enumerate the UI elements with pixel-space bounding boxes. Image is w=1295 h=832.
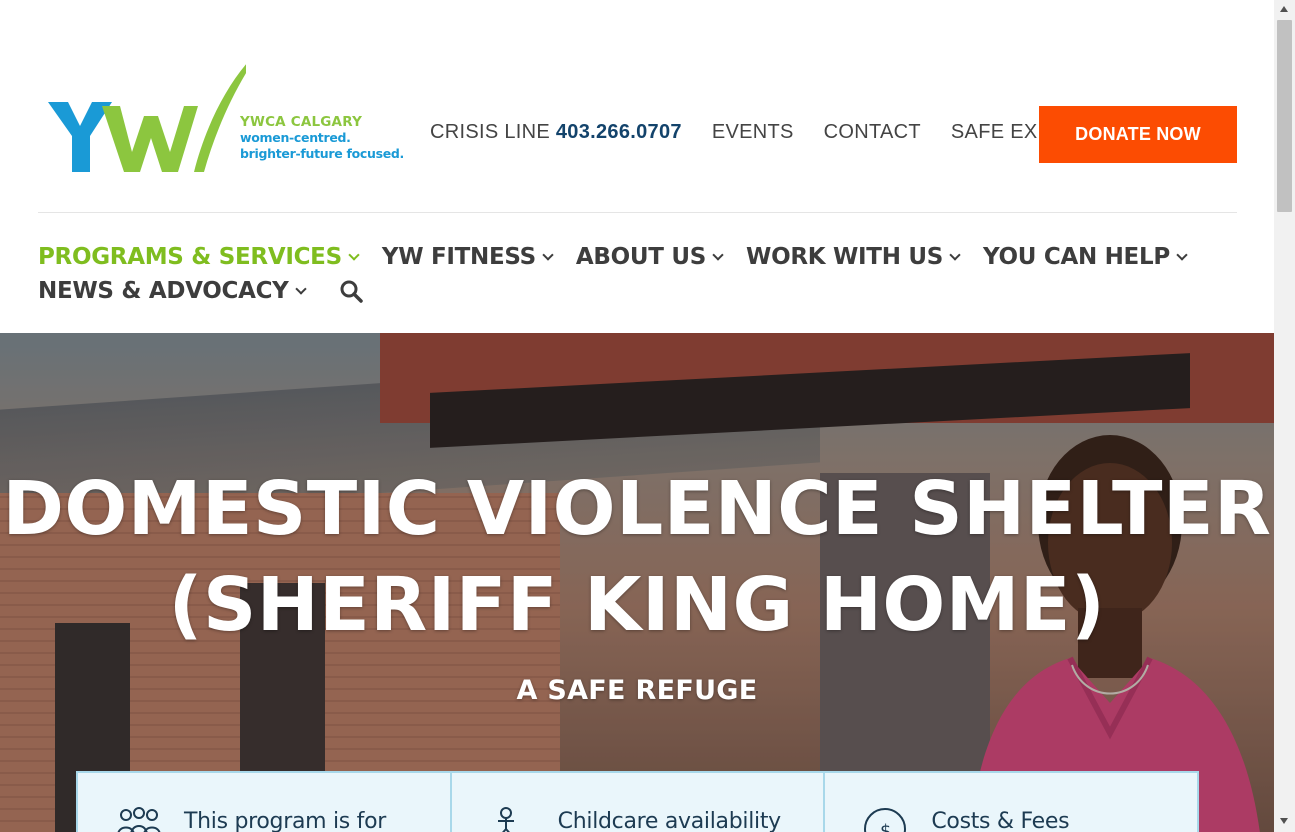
info-card-label: Childcare availability (557, 809, 782, 832)
nav-item-about-us[interactable]: ABOUT US (575, 244, 724, 270)
logo-org-name: YWCA CALGARY (240, 114, 363, 130)
nav-item-yw-fitness[interactable]: YW FITNESS (381, 244, 554, 270)
donate-now-button[interactable]: DONATE NOW (1039, 106, 1237, 163)
header-divider (38, 212, 1237, 213)
vertical-scrollbar[interactable] (1274, 0, 1295, 832)
people-icon (117, 807, 161, 832)
info-card-label: Costs & Fees (931, 809, 1070, 832)
scroll-down-arrow-icon[interactable] (1280, 818, 1288, 824)
chevron-down-icon (1176, 248, 1188, 261)
nav-item-label: ABOUT US (575, 244, 707, 270)
utility-nav: CRISIS LINE 403.266.0707 EVENTS CONTACT … (430, 121, 1086, 144)
scroll-up-arrow-icon[interactable] (1280, 6, 1288, 12)
contact-link[interactable]: CONTACT (824, 121, 921, 144)
chevron-down-icon (294, 282, 307, 295)
child-icon (497, 807, 514, 832)
logo-tagline-2: brighter-future focused. (240, 146, 405, 161)
hero-title: DOMESTIC VIOLENCE SHELTER (SHERIFF KING … (0, 461, 1274, 653)
nav-row-2: NEWS & ADVOCACY (38, 274, 1238, 308)
hero-banner: DOMESTIC VIOLENCE SHELTER (SHERIFF KING … (0, 333, 1274, 832)
hero-subtitle: A SAFE REFUGE (516, 675, 758, 706)
nav-item-news-advocacy[interactable]: NEWS & ADVOCACY (38, 278, 307, 304)
search-icon[interactable] (339, 279, 363, 303)
info-card-childcare[interactable]: Childcare availability (452, 773, 826, 832)
nav-item-programs-services[interactable]: PROGRAMS & SERVICES (38, 244, 360, 270)
dollar-clock-icon: $ (864, 808, 907, 832)
scroll-thumb[interactable] (1277, 20, 1292, 212)
hero-title-line-2: (SHERIFF KING HOME) (168, 562, 1106, 648)
svg-text:$: $ (880, 821, 891, 832)
program-info-cards: This program is for Childcare availabili… (76, 771, 1199, 832)
info-card-label: This program is for (184, 809, 386, 832)
crisis-line-number[interactable]: 403.266.0707 (556, 121, 682, 143)
hero-title-line-1: DOMESTIC VIOLENCE SHELTER (2, 466, 1272, 552)
nav-item-label: WORK WITH US (746, 244, 943, 270)
main-nav: PROGRAMS & SERVICES YW FITNESS ABOUT US … (38, 240, 1238, 308)
crisis-line-label: CRISIS LINE (430, 121, 550, 143)
events-link[interactable]: EVENTS (712, 121, 794, 144)
page: YWCA CALGARY women-centred. brighter-fut… (0, 0, 1274, 832)
chevron-down-icon (542, 248, 554, 261)
ywca-logo[interactable]: YWCA CALGARY women-centred. brighter-fut… (46, 44, 406, 179)
info-card-program-for[interactable]: This program is for (78, 773, 452, 832)
chevron-down-icon (949, 248, 961, 261)
nav-item-label: NEWS & ADVOCACY (38, 278, 289, 304)
nav-row-1: PROGRAMS & SERVICES YW FITNESS ABOUT US … (38, 240, 1238, 274)
nav-item-you-can-help[interactable]: YOU CAN HELP (983, 244, 1188, 270)
crisis-line[interactable]: CRISIS LINE 403.266.0707 (430, 121, 682, 144)
info-card-costs-fees[interactable]: $ Costs & Fees (825, 773, 1197, 832)
nav-item-label: YOU CAN HELP (983, 244, 1170, 270)
logo-text: YWCA CALGARY women-centred. brighter-fut… (240, 114, 404, 162)
nav-item-label: PROGRAMS & SERVICES (38, 244, 342, 270)
nav-item-work-with-us[interactable]: WORK WITH US (746, 244, 961, 270)
chevron-down-icon (348, 248, 360, 261)
yw-logo-mark-icon (48, 64, 246, 172)
nav-item-label: YW FITNESS (381, 244, 536, 270)
logo-tagline-1: women-centred. (240, 130, 351, 145)
chevron-down-icon (712, 248, 724, 261)
